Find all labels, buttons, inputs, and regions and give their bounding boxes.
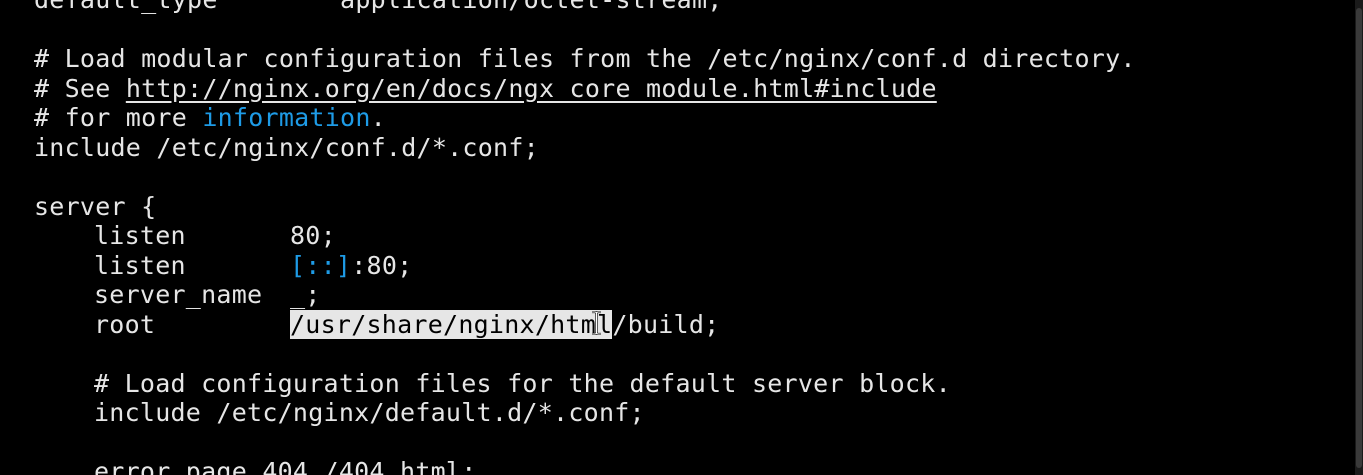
line-root: root/usr/share/nginx/htm l/build;	[34, 309, 1136, 340]
selected-text-part: /usr/share/nginx/htm	[290, 309, 597, 339]
directive-value: 80;	[290, 221, 336, 250]
line-default-type: default_type application/octet-stream;	[34, 0, 1136, 15]
line-listen-ipv4: listen 80;	[34, 221, 1136, 251]
scrollbar-thumb[interactable]	[1356, 8, 1362, 468]
terminal-window[interactable]: default_type application/octet-stream; #…	[0, 0, 1363, 475]
text-cursor-ibeam-icon	[592, 310, 602, 337]
line-comment-default-server: # Load configuration files for the defau…	[94, 368, 951, 398]
line-server-name: server_name _;	[34, 280, 1136, 310]
highlighted-keyword-information: information	[202, 103, 371, 132]
comment-see-prefix: # See	[34, 73, 126, 103]
line-server-open: server {	[34, 191, 157, 221]
directive-key: server_name	[94, 280, 263, 309]
selected-text[interactable]: /usr/share/nginx/htm l	[290, 309, 613, 339]
directive-key: root	[94, 309, 156, 339]
comment-more-prefix: # for more	[34, 103, 203, 132]
vertical-scrollbar[interactable]	[1355, 0, 1363, 475]
nginx-config-text[interactable]: default_type application/octet-stream; #…	[34, 0, 1136, 475]
line-listen-ipv6: listen [::]:80;	[34, 251, 1136, 281]
line-error-page: error_page 404 /404.html;	[94, 457, 477, 475]
line-comment-see: # See http://nginx.org/en/docs/ngx_core_…	[34, 74, 1136, 104]
highlighted-ipv6-any: [::]	[290, 250, 352, 280]
line-include-default-d: include /etc/nginx/default.d/*.conf;	[94, 398, 645, 427]
line-comment-more-info: # for more information.	[34, 103, 1136, 133]
docs-link[interactable]: http://nginx.org/en/docs/ngx_core_module…	[126, 74, 937, 103]
directive-key: listen	[94, 221, 186, 250]
directive-key: listen	[94, 250, 186, 280]
line-include-conf-d: include /etc/nginx/conf.d/*.conf;	[34, 132, 539, 162]
comment-more-suffix: .	[370, 103, 386, 132]
line-comment-load-modular: # Load modular configuration files from …	[34, 44, 1136, 73]
directive-value: /build;	[612, 309, 720, 339]
directive-value: :80;	[351, 250, 413, 280]
directive-value: _;	[290, 280, 321, 309]
